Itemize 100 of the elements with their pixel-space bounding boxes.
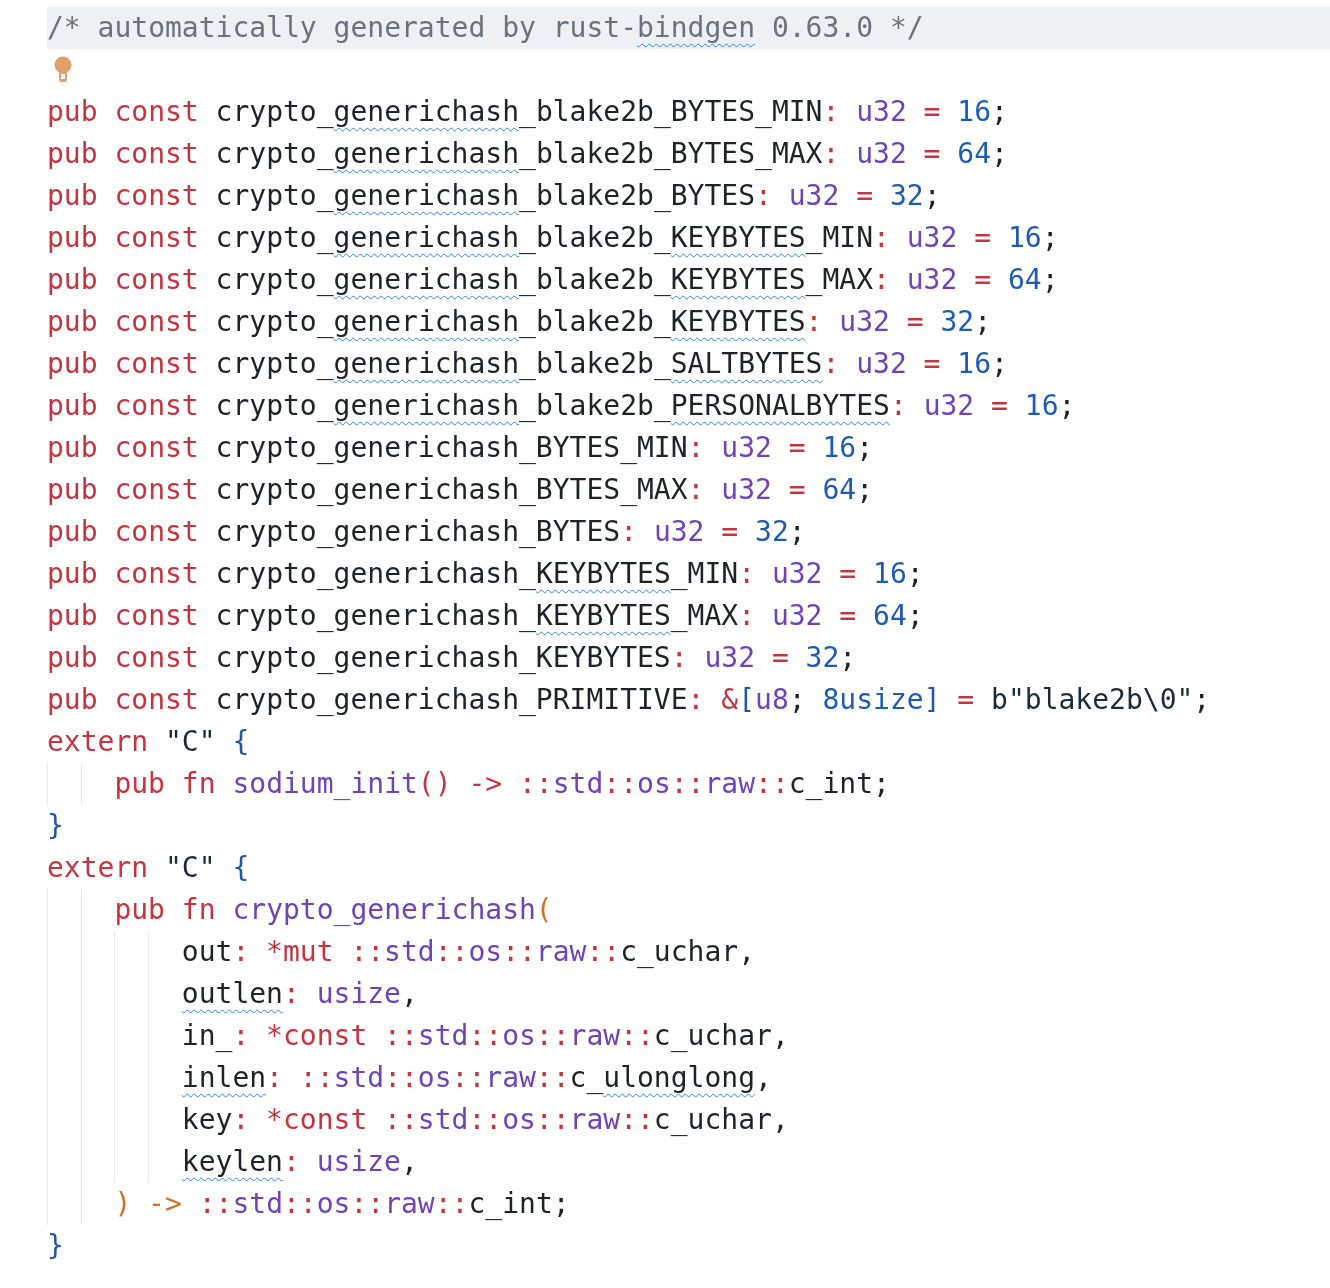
- parenthesis: ): [114, 1186, 132, 1222]
- operator: :: [755, 178, 773, 214]
- number-literal: 32: [889, 178, 924, 214]
- operator: =: [973, 220, 993, 256]
- identifier: c_uchar: [653, 1102, 772, 1138]
- operator: ::: [283, 1186, 317, 1222]
- type-name: u32: [856, 346, 907, 382]
- keyword: extern: [47, 724, 150, 760]
- identifier: KEYBYTES: [670, 304, 806, 340]
- punctuation: ;: [1058, 388, 1076, 424]
- type-name: raw: [704, 766, 756, 802]
- operator: ::: [586, 934, 621, 970]
- operator: (): [417, 766, 452, 802]
- type-name: u32: [856, 136, 907, 172]
- punctuation: ,: [401, 1144, 418, 1180]
- operator: ::: [755, 766, 789, 802]
- identifier: crypto_: [215, 178, 334, 214]
- operator: :: [873, 220, 891, 256]
- bracket: ]: [923, 682, 941, 718]
- identifier: in_: [181, 1018, 233, 1054]
- punctuation: ;: [991, 346, 1008, 382]
- operator: =: [855, 178, 875, 214]
- identifier: crypto_generichash_KEYBYTES: [215, 640, 671, 676]
- type-name: u32: [923, 388, 975, 424]
- number-literal: 16: [873, 556, 907, 592]
- keyword: pub const: [47, 682, 200, 718]
- operator: :: [282, 1144, 301, 1180]
- identifier: generichash: [333, 346, 520, 382]
- number-literal: 32: [755, 514, 789, 550]
- bracket: {: [231, 724, 250, 760]
- number-literal: 32: [805, 640, 840, 676]
- operator: ::: [535, 1060, 570, 1096]
- identifier: _blake2b_: [519, 304, 671, 340]
- type-name: u32: [771, 556, 823, 592]
- identifier: _blake2b_: [519, 262, 671, 298]
- number-literal: 16: [957, 94, 992, 130]
- type-name: raw: [384, 1186, 435, 1222]
- operator: -> ::: [467, 766, 553, 802]
- punctuation: ;: [856, 472, 874, 508]
- identifier: KEYBYTES: [670, 262, 806, 298]
- operator: :: [873, 262, 891, 298]
- keyword: pub const: [47, 346, 200, 382]
- punctuation: ;: [1041, 262, 1059, 298]
- operator: =: [838, 556, 858, 592]
- identifier: _blake2b_BYTES: [519, 178, 756, 214]
- keyword: pub const: [47, 472, 200, 508]
- parenthesis: (: [535, 892, 553, 928]
- type-name: raw: [485, 1060, 536, 1096]
- operator: :: [889, 388, 908, 424]
- operator: :: [822, 94, 841, 130]
- string-literal: "C": [165, 850, 216, 886]
- operator: ::: [620, 1018, 654, 1054]
- type-name: std: [384, 934, 435, 970]
- keyword: pub const: [47, 178, 200, 214]
- operator: ::: [434, 934, 469, 970]
- keyword: pub fn: [114, 766, 217, 802]
- identifier: _MAX: [805, 262, 874, 298]
- type-name: usize: [316, 976, 401, 1012]
- operator: =: [990, 388, 1009, 424]
- operator: : *const ::: [232, 1018, 418, 1054]
- identifier: key: [181, 1102, 233, 1138]
- punctuation: ;: [906, 598, 924, 634]
- operator: ::: [350, 1186, 385, 1222]
- identifier: _MAX: [670, 598, 739, 634]
- operator: ::: [535, 1102, 570, 1138]
- operator: :: [687, 682, 706, 718]
- identifier: PERSONALBYTES: [670, 388, 890, 424]
- operator: :: [822, 136, 841, 172]
- keyword: pub const: [47, 388, 200, 424]
- type-name: std: [417, 1102, 469, 1138]
- type-name: os: [502, 1102, 536, 1138]
- identifier: KEYBYTES: [535, 556, 671, 592]
- identifier: generichash: [333, 136, 520, 172]
- keyword: pub const: [47, 514, 200, 550]
- number-literal: 16: [1007, 220, 1042, 256]
- operator: :: [282, 976, 301, 1012]
- identifier: c_int: [788, 766, 874, 802]
- lightbulb-icon[interactable]: [53, 56, 73, 84]
- function-name: sodium_init: [232, 766, 418, 802]
- operator: =: [922, 346, 942, 382]
- number-literal: 64: [1007, 262, 1042, 298]
- operator: =: [838, 598, 858, 634]
- type-name: os: [637, 766, 671, 802]
- type-name: std: [417, 1018, 469, 1054]
- type-name: u32: [788, 178, 840, 214]
- operator: =: [973, 262, 993, 298]
- identifier: crypto_generichash_: [215, 598, 536, 634]
- type-name: u32: [839, 304, 890, 340]
- punctuation: ;: [839, 640, 857, 676]
- type-name: u32: [721, 472, 772, 508]
- type-name: u32: [856, 94, 907, 130]
- identifier: crypto_generichash_BYTES: [215, 514, 621, 550]
- identifier: KEYBYTES: [670, 220, 806, 256]
- operator: :: [822, 346, 841, 382]
- operator: : ::: [266, 1060, 334, 1096]
- keyword: pub const: [47, 136, 200, 172]
- function-name: crypto_generichash: [232, 892, 536, 928]
- bracket: }: [47, 1228, 64, 1264]
- operator: ::: [502, 934, 536, 970]
- punctuation: ;: [873, 766, 890, 802]
